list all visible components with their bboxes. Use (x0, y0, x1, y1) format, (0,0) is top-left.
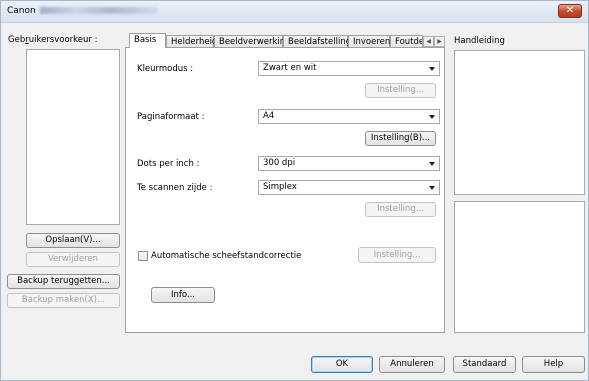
default-button[interactable]: Standaard (453, 356, 516, 373)
deskew-label[interactable]: Automatische scheefstandcorrectie (151, 251, 301, 261)
chevron-down-icon (429, 67, 435, 71)
scan-side-label: Te scannen zijde : (137, 183, 213, 193)
restore-backup-button[interactable]: Backup teruggetten... (7, 274, 120, 289)
help-button[interactable]: Help (522, 356, 585, 373)
title-bar[interactable]: Canon ✕ (1, 1, 588, 23)
redacted-title-text (39, 7, 158, 14)
tab-basis[interactable]: Basis (129, 33, 166, 48)
ok-button[interactable]: OK (311, 356, 373, 373)
deskew-settings-button[interactable]: Instelling... (358, 247, 436, 263)
scan-side-settings-button[interactable]: Instelling... (365, 202, 436, 217)
close-button[interactable]: ✕ (558, 4, 582, 18)
dialog-window: Canon ✕ Gebruikersvoorkeur : Opslaan(V).… (0, 0, 589, 381)
close-icon: ✕ (565, 5, 575, 16)
page-size-settings-button[interactable]: Instelling(B)... (365, 131, 436, 146)
presets-label: Gebruikersvoorkeur : (8, 35, 98, 45)
color-mode-select[interactable]: Zwart en wit (258, 61, 440, 76)
manual-panel (454, 50, 585, 195)
color-settings-button[interactable]: Instelling... (365, 83, 436, 98)
save-preset-button[interactable]: Opslaan(V)... (26, 233, 120, 248)
manual-label: Handleiding (454, 36, 505, 46)
page-size-select[interactable]: A4 (258, 109, 440, 124)
info-button[interactable]: Info... (151, 287, 215, 303)
tab-scroll-right-icon[interactable]: ▶ (434, 36, 445, 47)
make-backup-button[interactable]: Backup maken(X)... (7, 293, 120, 308)
chevron-down-icon (429, 162, 435, 166)
deskew-checkbox[interactable] (138, 251, 148, 261)
chevron-down-icon (429, 186, 435, 190)
color-mode-label: Kleurmodus : (137, 64, 194, 74)
presets-list[interactable] (26, 49, 120, 225)
tab-scroll-left-icon[interactable]: ◀ (423, 36, 434, 47)
page-size-label: Paginaformaat : (137, 112, 205, 122)
scan-side-select[interactable]: Simplex (258, 180, 440, 195)
preview-panel (454, 201, 585, 333)
dpi-label: Dots per inch : (137, 159, 200, 169)
chevron-down-icon (429, 115, 435, 119)
cancel-button[interactable]: Annuleren (379, 356, 445, 373)
dpi-select[interactable]: 300 dpi (258, 156, 440, 171)
delete-preset-button[interactable]: Verwijderen (26, 252, 120, 267)
window-title: Canon (7, 6, 158, 16)
